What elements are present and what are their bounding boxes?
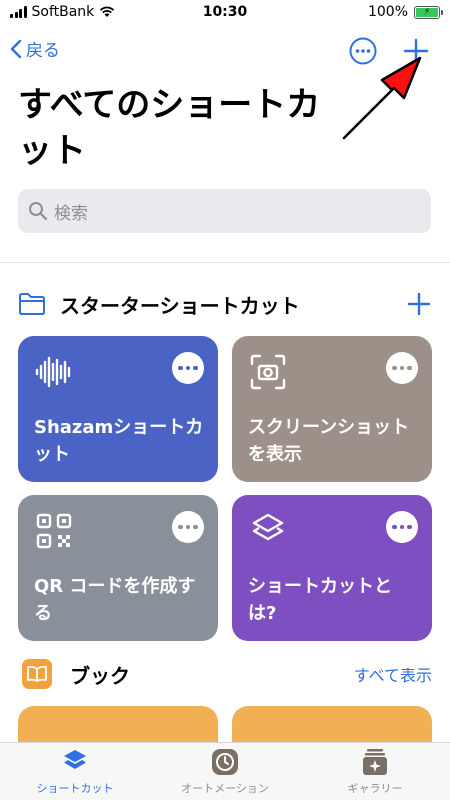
card-label: ショートカットとは? — [248, 576, 392, 624]
shortcuts-layers-icon — [252, 513, 284, 541]
chevron-left-icon — [10, 39, 22, 58]
tab-gallery[interactable]: ギャラリー — [300, 747, 450, 796]
status-right: 100% ⚡ — [367, 4, 443, 20]
status-bar: SoftBank 10:30 100% ⚡ — [0, 0, 450, 24]
tab-label: オートメーション — [181, 782, 269, 795]
tab-shortcuts[interactable]: ショートカット — [0, 747, 150, 796]
screenshot-camera-icon — [250, 354, 286, 390]
card-more-button[interactable] — [172, 352, 204, 384]
shortcuts-layers-icon — [64, 750, 86, 769]
charging-bolt-icon: ⚡ — [416, 7, 438, 17]
search-icon — [29, 202, 48, 221]
tab-label: ギャラリー — [347, 782, 403, 795]
book-section-header: ブック すべて表示 — [22, 658, 432, 690]
battery-percent: 100% — [367, 4, 408, 20]
shortcut-card-screenshot[interactable]: スクリーンショットを表示 — [232, 336, 432, 482]
tab-bar: ショートカット オートメーション ギャラリー — [0, 742, 450, 800]
starter-section-title: スターターショートカット — [60, 293, 300, 318]
waveform-icon — [35, 356, 71, 388]
card-more-button[interactable] — [386, 352, 418, 384]
add-starter-button[interactable] — [406, 291, 432, 317]
book-section-title: ブック — [70, 663, 130, 688]
qr-code-icon — [36, 513, 72, 549]
back-button[interactable]: 戻る — [10, 36, 60, 61]
back-label: 戻る — [26, 41, 60, 61]
tab-automation[interactable]: オートメーション — [150, 747, 300, 796]
see-all-link[interactable]: すべて表示 — [354, 662, 432, 686]
card-more-button[interactable] — [386, 511, 418, 543]
shortcut-card-shazam[interactable]: Shazamショートカット — [18, 336, 218, 482]
red-arrow-annotation — [342, 56, 422, 140]
book-icon — [22, 659, 52, 689]
tab-label: ショートカット — [36, 782, 114, 795]
shortcuts-screen: { "status_bar": { "carrier": "SoftBank",… — [0, 0, 450, 800]
starter-section-header: スターターショートカット — [18, 288, 432, 320]
shortcut-card-about[interactable]: ショートカットとは? — [232, 495, 432, 641]
search-placeholder: 検索 — [54, 203, 88, 224]
card-label: Shazamショートカット — [34, 417, 204, 465]
page-title: すべてのショートカット — [18, 85, 321, 171]
divider — [0, 262, 450, 263]
battery-icon: ⚡ — [414, 5, 443, 19]
shortcut-card-qr[interactable]: QR コードを作成する — [18, 495, 218, 641]
card-label: スクリーンショットを表示 — [248, 417, 410, 465]
folder-icon — [19, 293, 45, 315]
gallery-icon — [363, 749, 387, 775]
card-more-button[interactable] — [172, 511, 204, 543]
card-label: QR コードを作成する — [34, 576, 196, 624]
search-field[interactable]: 検索 — [18, 189, 431, 233]
clock-icon — [212, 749, 238, 775]
